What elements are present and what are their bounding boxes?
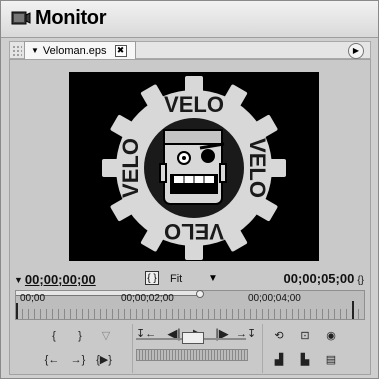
overlay-icon[interactable]: ▙	[295, 352, 315, 368]
monitor-window: Monitor ▼ Veloman.eps ✖ ▶ VELO VELO VELO…	[0, 0, 379, 379]
panel-grip-icon[interactable]	[12, 45, 22, 56]
ruler-ticks	[16, 309, 364, 319]
loop-icon[interactable]: ⟲	[269, 328, 289, 344]
zoom-scroll-handle[interactable]	[196, 290, 204, 298]
monitor-panel: VELO VELO VELO VELO ▼ 00;00;00;00 {} Fi…	[9, 59, 371, 375]
face-graphic	[159, 129, 227, 205]
time-ruler[interactable]: 00;00 00;00;02;00 00;00;04;00	[15, 290, 365, 320]
transport-controls: { } ▽ {← →} {▶} ↧← ◀| ▶ |▶ →↧ ⟲ ⊡ ◉ ▟ ▙ …	[36, 324, 348, 373]
play-in-to-out-icon[interactable]: {▶}	[94, 352, 114, 368]
duration-bracket-icon: {}	[357, 275, 364, 286]
duration-timecode: 00;00;05;00{}	[283, 271, 364, 286]
monitor-app-icon	[11, 11, 31, 25]
panel-menu-icon[interactable]: ▶	[348, 43, 364, 59]
logo-text-bottom: VELO	[164, 219, 224, 244]
ruler-label-4: 00;00;04;00	[248, 293, 301, 304]
output-controls: ⟲ ⊡ ◉ ▟ ▙ ▤	[262, 324, 349, 373]
set-marker-icon[interactable]: ▽	[96, 328, 116, 344]
out-point-marker[interactable]	[346, 301, 354, 319]
go-to-out-point-icon[interactable]: →}	[68, 352, 88, 368]
zoom-value[interactable]: Fit	[170, 273, 182, 285]
safe-margins-icon[interactable]: ⊡	[295, 328, 315, 344]
go-to-in-point-icon[interactable]: {←	[42, 352, 62, 368]
title-bar: Monitor	[1, 1, 378, 38]
playhead-marker[interactable]	[16, 303, 24, 319]
playhead-icon: ▼	[14, 274, 23, 285]
insert-icon[interactable]: ▟	[269, 352, 289, 368]
current-timecode[interactable]: ▼ 00;00;00;00	[14, 272, 96, 287]
timecode-row: ▼ 00;00;00;00 { } Fit ▼ 00;00;05;00{}	[10, 268, 370, 292]
export-frame-icon[interactable]: ▤	[321, 352, 341, 368]
marker-controls: { } ▽ {← →} {▶}	[36, 324, 133, 373]
tab-veloman[interactable]: ▼ Veloman.eps ✖	[24, 41, 136, 59]
close-tab-icon[interactable]: ✖	[114, 44, 127, 57]
tab-dropdown-icon[interactable]: ▼	[31, 46, 39, 55]
shuttle-handle[interactable]	[182, 332, 204, 344]
ruler-label-2: 00;00;02;00	[121, 293, 174, 304]
set-in-point-icon[interactable]: {	[44, 328, 64, 344]
logo-text-left: VELO	[118, 138, 143, 198]
velo-logo-artwork: VELO VELO VELO VELO	[102, 76, 286, 260]
tab-label: Veloman.eps	[42, 44, 107, 57]
jog-wheel[interactable]	[136, 349, 248, 361]
zoom-dropdown-icon[interactable]: ▼	[208, 273, 218, 284]
set-out-point-icon[interactable]: }	[70, 328, 90, 344]
logo-text-top: VELO	[164, 92, 224, 117]
safe-margin-toggle-icon[interactable]: { }	[145, 271, 159, 285]
output-icon[interactable]: ◉	[321, 328, 341, 344]
tab-row: ▼ Veloman.eps ✖ ▶	[9, 41, 371, 59]
window-title: Monitor	[35, 7, 107, 29]
logo-text-right: VELO	[245, 138, 270, 198]
program-viewer: VELO VELO VELO VELO	[69, 72, 319, 261]
